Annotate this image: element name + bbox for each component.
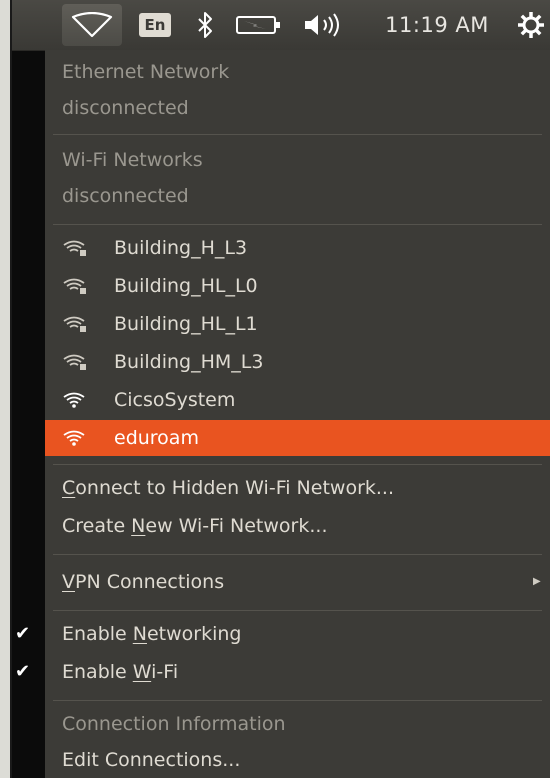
wifi-network-name: Building_HL_L1 [114, 313, 258, 335]
ethernet-header: Ethernet Network [45, 54, 550, 90]
wifi-title: Wi-Fi Networks [62, 149, 203, 171]
wifi-network-item[interactable]: Building_HL_L1 [45, 306, 550, 342]
keyboard-layout-indicator[interactable]: En [135, 0, 175, 50]
ethernet-status-label: disconnected [62, 97, 189, 119]
wifi-signal-icon [63, 430, 85, 446]
ethernet-status: disconnected [45, 90, 550, 126]
wifi-signal-icon [63, 240, 86, 256]
wifi-status: disconnected [45, 178, 550, 214]
network-menu: Ethernet Network disconnected Wi-Fi Netw… [15, 50, 550, 778]
wifi-network-item[interactable]: CicsoSystem [45, 382, 550, 418]
wifi-network-name: Building_H_L3 [114, 237, 248, 259]
wifi-network-name: eduroam [114, 427, 199, 449]
wifi-network-name: Building_HM_L3 [114, 351, 264, 373]
connection-information-item: Connection Information [45, 706, 550, 742]
session-gear-icon[interactable] [514, 0, 548, 50]
wifi-status-label: disconnected [62, 185, 189, 207]
wifi-signal-icon [63, 392, 85, 408]
separator [53, 554, 542, 555]
mnemonic: N [132, 623, 147, 645]
vpn-connections-item[interactable]: VPN Connections ▶ [45, 564, 550, 600]
mnemonic: W [132, 661, 152, 683]
create-new-wifi-item[interactable]: Create New Wi-Fi Network... [45, 508, 550, 544]
mnemonic: N [131, 515, 146, 537]
submenu-arrow-icon: ▶ [533, 576, 541, 587]
mnemonic: V [62, 571, 75, 593]
wifi-header: Wi-Fi Networks [45, 142, 550, 178]
battery-icon[interactable] [228, 0, 290, 50]
enable-wifi-item[interactable]: ✔ Enable Wi-Fi [15, 654, 550, 690]
top-panel: En 11:19 AM [12, 0, 550, 51]
separator [53, 224, 542, 225]
mnemonic: C [62, 477, 76, 499]
clock[interactable]: 11:19 AM [362, 0, 512, 50]
desktop-edge [0, 0, 12, 778]
wifi-network-name: Building_HL_L0 [114, 275, 258, 297]
checkmark-icon: ✔ [15, 623, 31, 644]
bluetooth-icon[interactable] [190, 0, 220, 50]
separator [53, 610, 542, 611]
separator [53, 464, 542, 465]
ethernet-title: Ethernet Network [62, 61, 230, 83]
separator [53, 700, 542, 701]
wifi-network-item[interactable]: Building_HM_L3 [45, 344, 550, 380]
network-wifi-icon[interactable] [62, 4, 122, 46]
connect-hidden-wifi-item[interactable]: Connect to Hidden Wi-Fi Network... [45, 470, 550, 506]
wifi-network-item[interactable]: Building_H_L3 [45, 230, 550, 266]
wifi-signal-icon [63, 278, 86, 294]
enable-networking-item[interactable]: ✔ Enable Networking [15, 616, 550, 652]
separator [53, 134, 542, 135]
connection-information-label: Connection Information [62, 713, 286, 735]
wifi-network-item[interactable]: Building_HL_L0 [45, 268, 550, 304]
wifi-network-name: CicsoSystem [114, 389, 236, 411]
wifi-signal-icon [63, 316, 86, 332]
wifi-signal-icon [63, 354, 86, 370]
volume-icon[interactable] [296, 0, 352, 50]
edit-connections-label: Edit Connections... [62, 749, 241, 771]
checkmark-icon: ✔ [15, 661, 31, 682]
wifi-network-item-highlighted[interactable]: eduroam [45, 420, 550, 456]
keyboard-layout-label: En [138, 13, 172, 37]
edit-connections-item[interactable]: Edit Connections... [45, 742, 550, 778]
